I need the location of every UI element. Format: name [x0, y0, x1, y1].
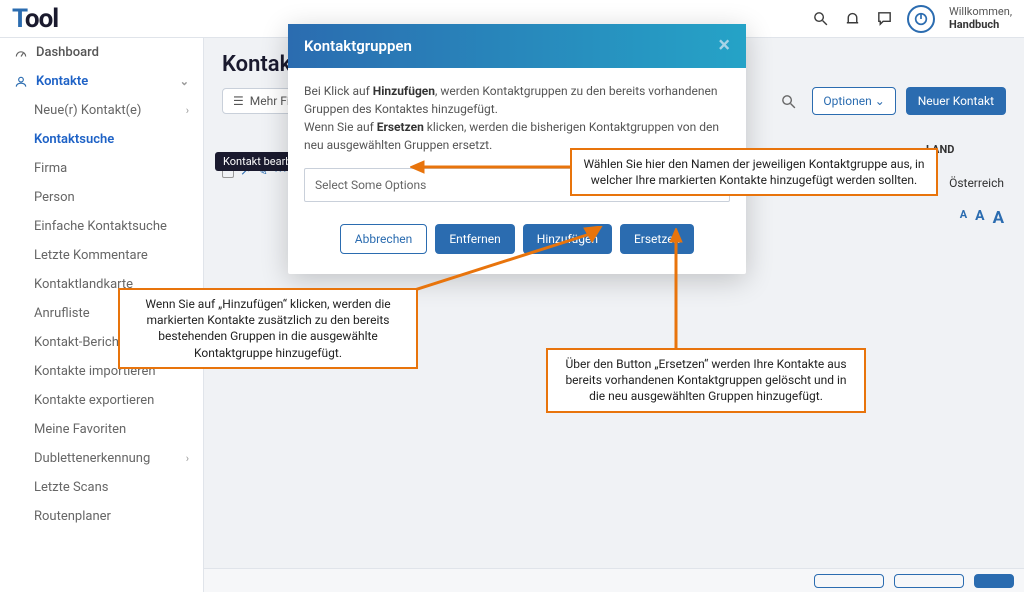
sidebar-item-firma[interactable]: Firma	[0, 154, 203, 183]
cancel-button[interactable]: Abbrechen	[340, 224, 428, 254]
sidebar-dashboard[interactable]: Dashboard	[0, 38, 203, 67]
sidebar-contacts-label: Kontakte	[36, 74, 88, 89]
user-icon	[14, 75, 28, 89]
footer-btn-2[interactable]	[894, 574, 964, 588]
sidebar-item-new-contact[interactable]: Neue(r) Kontakt(e)›	[0, 96, 203, 125]
remove-button[interactable]: Entfernen	[435, 224, 514, 254]
welcome-block: Willkommen, Handbuch	[949, 6, 1012, 30]
logo: Tool	[12, 4, 58, 34]
chat-icon[interactable]	[875, 10, 893, 28]
th-land: LAND	[926, 143, 1006, 156]
sidebar-contacts[interactable]: Kontakte ⌄	[0, 67, 203, 96]
logo-text: ool	[25, 4, 58, 34]
callout-replace: Über den Button „Ersetzen“ werden Ihre K…	[546, 348, 866, 413]
sidebar-dashboard-label: Dashboard	[36, 45, 99, 60]
callout-add: Wenn Sie auf „Hinzufügen“ klicken, werde…	[118, 288, 418, 369]
chevron-right-icon: ›	[186, 104, 189, 117]
sidebar-item-scans[interactable]: Letzte Scans	[0, 473, 203, 502]
search-icon[interactable]	[811, 10, 829, 28]
power-icon[interactable]	[907, 5, 935, 33]
filter-icon: ☰	[233, 94, 244, 108]
sidebar-item-routeplanner[interactable]: Routenplaner	[0, 502, 203, 531]
footer-bar	[204, 568, 1024, 592]
font-size-controls[interactable]: AAA	[960, 208, 1004, 228]
chevron-right-icon: ›	[186, 452, 189, 465]
sidebar-item-comments[interactable]: Letzte Kommentare	[0, 241, 203, 270]
welcome-name: Handbuch	[949, 18, 999, 31]
footer-btn-3[interactable]	[974, 574, 1014, 588]
search-icon[interactable]	[774, 87, 802, 115]
add-button[interactable]: Hinzufügen	[523, 224, 612, 254]
sidebar-item-favorites[interactable]: Meine Favoriten	[0, 415, 203, 444]
gauge-icon	[14, 46, 28, 60]
replace-button[interactable]: Ersetzen	[620, 224, 694, 254]
callout-select: Wählen Sie hier den Namen der jeweiligen…	[570, 148, 938, 196]
footer-btn-1[interactable]	[814, 574, 884, 588]
modal-header: Kontaktgruppen ×	[288, 24, 746, 68]
sidebar-item-kontaktsuche[interactable]: Kontaktsuche	[0, 125, 203, 154]
bell-icon[interactable]	[843, 10, 861, 28]
modal-actions: Abbrechen Entfernen Hinzufügen Ersetzen	[288, 216, 746, 274]
logo-mark: T	[12, 4, 25, 34]
modal-title: Kontaktgruppen	[304, 37, 412, 55]
chevron-down-icon: ⌄	[180, 75, 189, 88]
sidebar-item-export[interactable]: Kontakte exportieren	[0, 386, 203, 415]
sidebar-item-person[interactable]: Person	[0, 183, 203, 212]
sidebar-item-dedupe[interactable]: Dublettenerkennung›	[0, 444, 203, 473]
close-icon[interactable]: ×	[718, 35, 730, 57]
cell-land: Österreich	[949, 176, 1004, 190]
chevron-down-icon: ⌄	[875, 94, 885, 108]
sidebar-item-simple-search[interactable]: Einfache Kontaktsuche	[0, 212, 203, 241]
topbar-actions: Willkommen, Handbuch	[811, 5, 1012, 33]
new-contact-button[interactable]: Neuer Kontakt	[906, 87, 1006, 115]
options-dropdown[interactable]: Optionen ⌄	[812, 87, 895, 115]
